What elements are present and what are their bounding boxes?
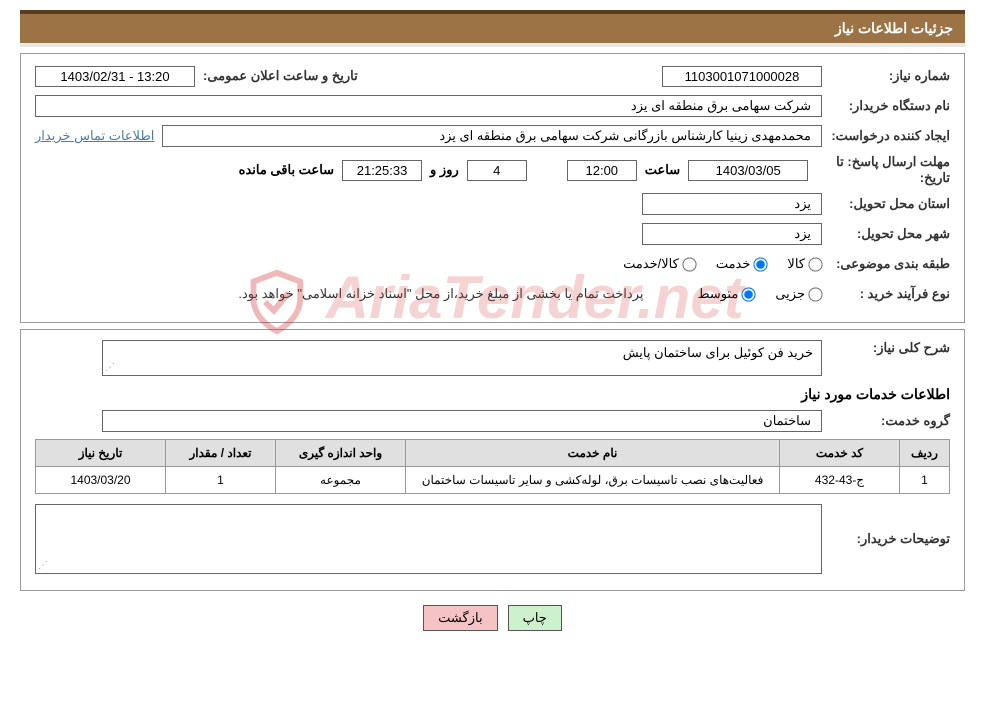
deadline-date: 1403/03/05 bbox=[688, 160, 808, 181]
service-radio[interactable] bbox=[754, 257, 768, 271]
requester-label: ایجاد کننده درخواست: bbox=[830, 128, 950, 144]
action-bar: چاپ بازگشت bbox=[20, 605, 965, 631]
province-value: یزد bbox=[642, 193, 822, 215]
announce-label: تاریخ و ساعت اعلان عمومی: bbox=[203, 68, 358, 84]
resize-handle-icon: ⋰ bbox=[38, 560, 48, 571]
deadline-time: 12:00 bbox=[567, 160, 637, 181]
cell-name: فعالیت‌های نصب تاسیسات برق، لوله‌کشی و س… bbox=[406, 467, 780, 494]
buyer-notes-label: توضیحات خریدار: bbox=[830, 531, 950, 547]
table-row: 1 ج-43-432 فعالیت‌های نصب تاسیسات برق، ل… bbox=[36, 467, 950, 494]
small-radio[interactable] bbox=[808, 287, 822, 301]
th-qty: تعداد / مقدار bbox=[166, 440, 276, 467]
city-value: یزد bbox=[642, 223, 822, 245]
goods-label: کالا bbox=[787, 256, 805, 272]
need-no-value: 1103001071000028 bbox=[662, 66, 822, 87]
page-header: جزئیات اطلاعات نیاز bbox=[20, 10, 965, 43]
service-label: خدمت bbox=[716, 256, 751, 272]
th-unit: واحد اندازه گیری bbox=[276, 440, 406, 467]
cell-qty: 1 bbox=[166, 467, 276, 494]
announce-value: 13:20 - 1403/02/31 bbox=[35, 66, 195, 87]
back-button[interactable]: بازگشت bbox=[423, 605, 497, 631]
buyer-value: شرکت سهامی برق منطقه ای یزد bbox=[35, 95, 822, 117]
table-header-row: ردیف کد خدمت نام خدمت واحد اندازه گیری ت… bbox=[36, 440, 950, 467]
cell-code: ج-43-432 bbox=[780, 467, 900, 494]
class-radios: کالا خدمت کالا/خدمت bbox=[609, 256, 822, 272]
purchase-radios: جزیی متوسط bbox=[683, 286, 822, 302]
days-label: روز و bbox=[430, 162, 459, 178]
city-label: شهر محل تحویل: bbox=[830, 226, 950, 242]
th-idx: ردیف bbox=[900, 440, 950, 467]
th-date: تاریخ نیاز bbox=[36, 440, 166, 467]
small-label: جزیی bbox=[775, 286, 805, 302]
countdown: 21:25:33 bbox=[342, 160, 422, 181]
resize-handle-icon: ⋰ bbox=[105, 362, 115, 373]
buyer-label: نام دستگاه خریدار: bbox=[830, 98, 950, 114]
cell-date: 1403/03/20 bbox=[36, 467, 166, 494]
buyer-notes-textarea[interactable]: ⋰ bbox=[35, 504, 822, 574]
cell-unit: مجموعه bbox=[276, 467, 406, 494]
group-label: گروه خدمت: bbox=[830, 413, 950, 429]
info-section: شماره نیاز: 1103001071000028 تاریخ و ساع… bbox=[20, 53, 965, 323]
summary-value: خرید فن کوئیل برای ساختمان پایش bbox=[623, 345, 813, 360]
cell-idx: 1 bbox=[900, 467, 950, 494]
province-label: استان محل تحویل: bbox=[830, 196, 950, 212]
print-button[interactable]: چاپ bbox=[508, 605, 562, 631]
medium-radio[interactable] bbox=[742, 287, 756, 301]
page-title: جزئیات اطلاعات نیاز bbox=[835, 20, 953, 36]
contact-link[interactable]: اطلاعات تماس خریدار bbox=[35, 128, 154, 144]
medium-label: متوسط bbox=[697, 286, 738, 302]
mixed-label: کالا/خدمت bbox=[623, 256, 679, 272]
deadline-label-b: تاریخ: bbox=[920, 170, 950, 186]
group-value: ساختمان bbox=[102, 410, 822, 432]
days-value: 4 bbox=[467, 160, 527, 181]
need-section: شرح کلی نیاز: خرید فن کوئیل برای ساختمان… bbox=[20, 329, 965, 591]
mixed-radio[interactable] bbox=[682, 257, 696, 271]
services-table: ردیف کد خدمت نام خدمت واحد اندازه گیری ت… bbox=[35, 439, 950, 494]
class-label: طبقه بندی موضوعی: bbox=[830, 256, 950, 272]
requester-value: محمدمهدی زینیا کارشناس بازرگانی شرکت سها… bbox=[162, 125, 822, 147]
th-code: کد خدمت bbox=[780, 440, 900, 467]
purchase-type-label: نوع فرآیند خرید : bbox=[830, 286, 950, 302]
payment-note: پرداخت تمام یا بخشی از مبلغ خرید،از محل … bbox=[238, 286, 643, 302]
th-name: نام خدمت bbox=[406, 440, 780, 467]
remaining-label: ساعت باقی مانده bbox=[239, 162, 334, 178]
time-label: ساعت bbox=[645, 162, 680, 178]
services-title: اطلاعات خدمات مورد نیاز bbox=[35, 386, 950, 403]
deadline-label-a: مهلت ارسال پاسخ: تا bbox=[836, 154, 950, 170]
goods-radio[interactable] bbox=[808, 257, 822, 271]
summary-textarea[interactable]: خرید فن کوئیل برای ساختمان پایش ⋰ bbox=[102, 340, 822, 376]
need-no-label: شماره نیاز: bbox=[830, 68, 950, 84]
summary-label: شرح کلی نیاز: bbox=[830, 340, 950, 356]
header-divider bbox=[20, 43, 965, 47]
